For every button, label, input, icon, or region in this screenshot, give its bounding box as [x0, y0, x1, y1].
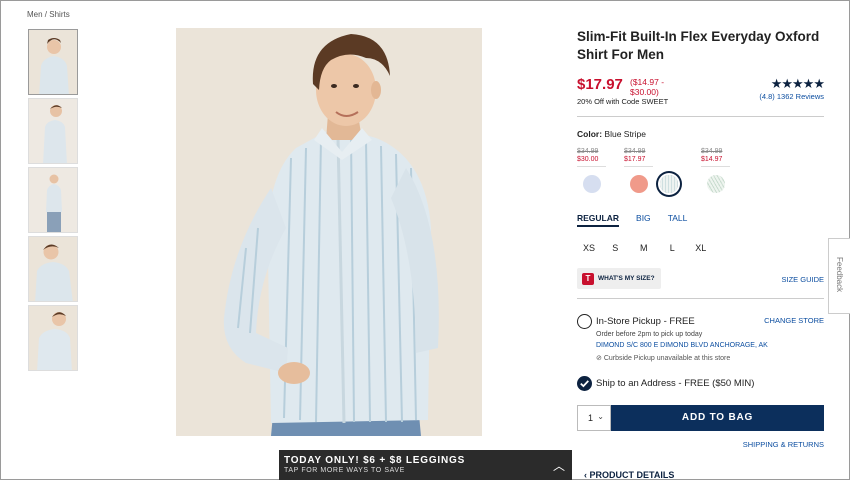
sale-price: $17.97 [577, 76, 623, 93]
chevron-down-icon: ⌄ [597, 412, 604, 421]
pickup-note: Order before 2pm to pick up today [596, 331, 703, 338]
swatch-group-3: $34.99 $14.97 [701, 148, 731, 193]
thumbnail-4[interactable] [28, 236, 78, 302]
thumbnail-list [28, 29, 80, 374]
swatch-row [577, 175, 607, 193]
ship-check-icon[interactable] [577, 376, 592, 391]
breadcrumb-men[interactable]: Men [27, 10, 43, 19]
size-help-row: T WHAT'S MY SIZE? SIZE GUIDE [577, 268, 824, 290]
size-m[interactable]: M [630, 243, 659, 253]
store-address-link[interactable]: DIMOND S/C 800 E DIMOND BLVD ANCHORAGE, … [596, 342, 768, 349]
chevron-left-icon: ‹ [584, 470, 587, 480]
price-range: ($14.97 - $30.00) [630, 77, 664, 97]
feedback-label: Feedback [835, 257, 844, 293]
ship-label: Ship to an Address - FREE ($50 MIN) [596, 378, 755, 389]
fit-regular[interactable]: REGULAR [577, 213, 620, 227]
product-details-label: PRODUCT DETAILS [589, 470, 675, 480]
size-options: XS S M L XL [577, 243, 824, 253]
swatch-group-1: $34.99 $30.00 [577, 148, 607, 193]
whats-my-size-button[interactable]: T WHAT'S MY SIZE? [577, 268, 661, 289]
promo-banner-subline: TAP FOR MORE WAYS TO SAVE [284, 467, 405, 474]
star-rating-icon: ★★★★★ [770, 76, 825, 91]
chevron-up-icon: ︿ [552, 459, 565, 473]
fit-big[interactable]: BIG [636, 213, 651, 227]
rating-summary[interactable]: ★★★★★ (4.8) 1362 Reviews [759, 76, 825, 101]
promo-code-text: 20% Off with Code SWEET [577, 97, 669, 106]
swatch-light-blue[interactable] [583, 175, 601, 193]
size-l[interactable]: L [658, 243, 687, 253]
price-range-line2: $30.00) [630, 87, 659, 97]
breadcrumb-separator: / [44, 10, 48, 19]
change-store-link[interactable]: CHANGE STORE [764, 316, 824, 325]
whats-my-size-label: WHAT'S MY SIZE? [598, 275, 655, 282]
ship-to-address-option: Ship to an Address - FREE ($50 MIN) [577, 376, 824, 398]
price-range-line1: ($14.97 - [630, 77, 665, 87]
thumbnail-3[interactable] [28, 167, 78, 233]
curbside-text: Curbside Pickup unavailable at this stor… [603, 355, 731, 362]
breadcrumb: Men / Shirts [27, 10, 70, 19]
product-main-photo[interactable] [176, 28, 482, 436]
promo-banner[interactable]: TODAY ONLY! $6 + $8 LEGGINGS TAP FOR MOR… [279, 450, 572, 480]
original-price: $34.99 [577, 148, 599, 155]
swatch-group-2: $34.99 $17.97 [624, 148, 684, 193]
breadcrumb-shirts[interactable]: Shirts [49, 10, 69, 19]
color-label: Color: Blue Stripe [577, 129, 824, 139]
pickup-radio[interactable] [577, 314, 592, 329]
quantity-select[interactable]: 1 ⌄ [577, 405, 611, 431]
swatch-blue-stripe-selected[interactable] [660, 175, 678, 193]
original-price: $34.99 [701, 148, 723, 155]
sale-price: $30.00 [577, 156, 599, 163]
original-price: $34.99 [624, 148, 646, 155]
divider [577, 116, 824, 117]
pickup-title: In-Store Pickup - FREE [596, 316, 695, 327]
swatch-green-stripe[interactable] [707, 175, 725, 193]
product-title: Slim-Fit Built-In Flex Everyday Oxford S… [577, 29, 820, 62]
product-info-panel: Slim-Fit Built-In Flex Everyday Oxford S… [577, 28, 825, 449]
true-fit-logo-icon: T [582, 272, 594, 285]
color-swatches: $34.99 $30.00 $34.99 $17.97 $34.99 $14.9… [577, 148, 824, 193]
thumbnail-2[interactable] [28, 98, 78, 164]
swatch-row [624, 175, 684, 193]
fit-options: REGULAR BIG TALL [577, 213, 824, 227]
fit-tall[interactable]: TALL [668, 213, 688, 227]
product-details-toggle[interactable]: ‹ PRODUCT DETAILS [584, 470, 674, 480]
swatch-row [701, 175, 731, 193]
reviews-link[interactable]: (4.8) 1362 Reviews [759, 92, 824, 101]
price-row: $17.97 ($14.97 - $30.00) 20% Off with Co… [577, 76, 825, 108]
size-xl[interactable]: XL [687, 243, 716, 253]
sale-price: $17.97 [624, 156, 646, 163]
divider [577, 298, 824, 299]
color-label-key: Color: [577, 129, 603, 139]
selected-color-name: Blue Stripe [604, 129, 646, 139]
feedback-tab[interactable]: Feedback [828, 238, 850, 314]
swatch-group-prices: $34.99 $17.97 [624, 148, 653, 167]
add-to-bag-button[interactable]: ADD TO BAG [611, 405, 824, 431]
sale-price: $14.97 [701, 156, 723, 163]
size-xs[interactable]: XS [577, 243, 601, 253]
quantity-value: 1 [588, 413, 594, 423]
swatch-group-prices: $34.99 $14.97 [701, 148, 730, 167]
promo-banner-headline: TODAY ONLY! $6 + $8 LEGGINGS [284, 455, 466, 466]
thumbnail-1[interactable] [28, 29, 78, 95]
swatch-group-prices: $34.99 $30.00 [577, 148, 606, 167]
size-s[interactable]: S [601, 243, 630, 253]
shipping-returns-link[interactable]: SHIPPING & RETURNS [743, 440, 824, 449]
swatch-coral[interactable] [630, 175, 648, 193]
curbside-note: ⊘ Curbside Pickup unavailable at this st… [596, 354, 730, 362]
in-store-pickup-option: In-Store Pickup - FREE CHANGE STORE Orde… [577, 314, 824, 370]
add-to-bag-row: 1 ⌄ ADD TO BAG SHIPPING & RETURNS [577, 405, 824, 449]
thumbnail-5[interactable] [28, 305, 78, 371]
size-guide-link[interactable]: SIZE GUIDE [781, 275, 824, 284]
unavailable-icon: ⊘ [596, 355, 602, 362]
